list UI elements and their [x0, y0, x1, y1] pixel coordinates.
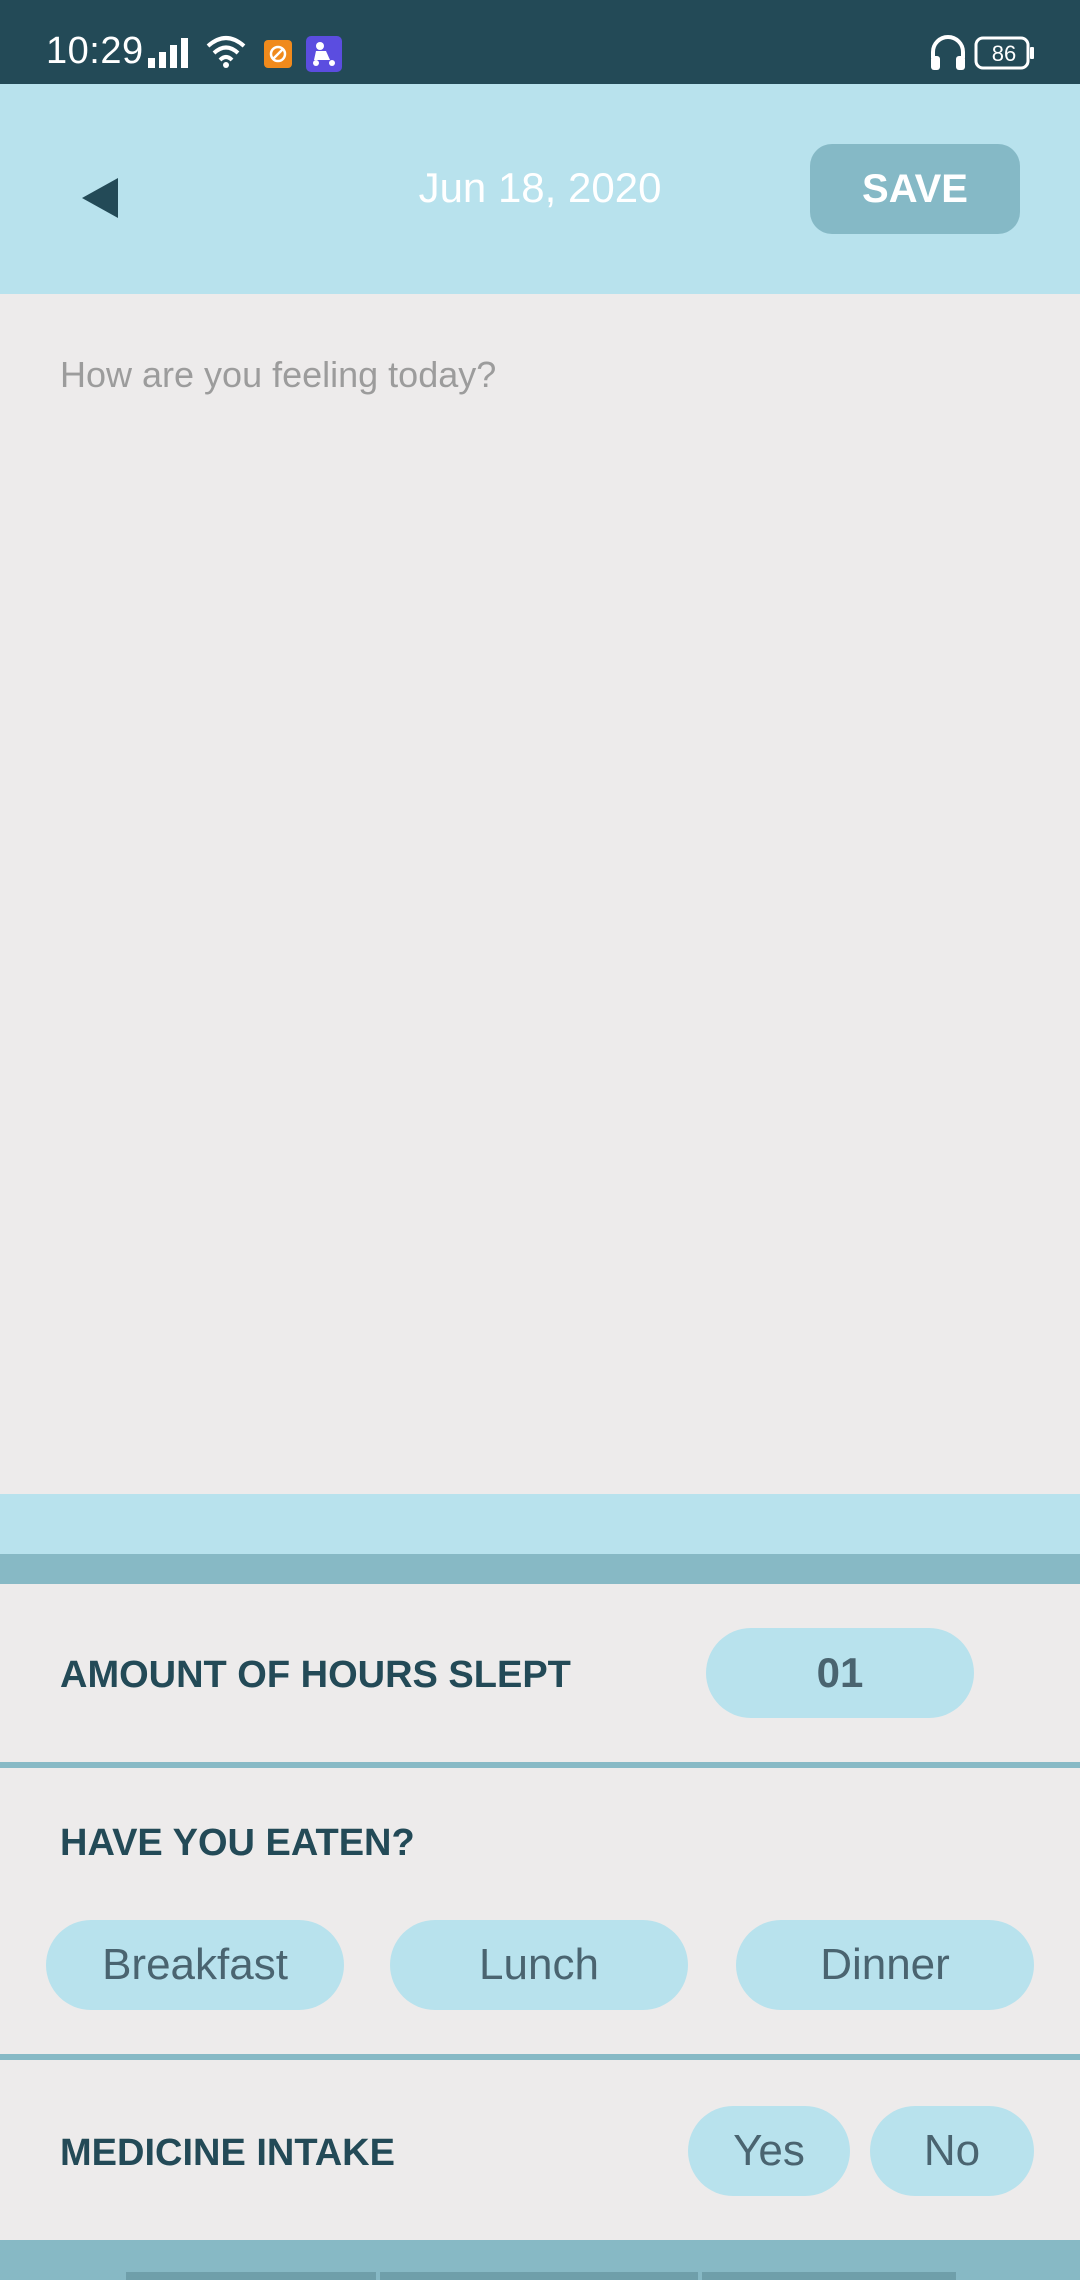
hours-slept-input[interactable]: 01	[706, 1628, 974, 1718]
divider	[0, 1762, 1080, 1768]
bottom-bar	[0, 2240, 1080, 2280]
bottom-tab[interactable]	[702, 2272, 956, 2280]
app-header: Jun 18, 2020 SAVE	[0, 84, 1080, 294]
dinner-button[interactable]: Dinner	[736, 1920, 1034, 2010]
back-arrow-icon	[78, 176, 122, 225]
hours-slept-label: AMOUNT OF HOURS SLEPT	[60, 1654, 571, 1696]
status-bar: 10:29 86	[0, 0, 1080, 84]
save-button[interactable]: SAVE	[810, 144, 1020, 234]
medicine-yes-button[interactable]: Yes	[688, 2106, 850, 2196]
divider	[0, 2054, 1080, 2060]
bottom-tab[interactable]	[126, 2272, 376, 2280]
have-you-eaten-label: HAVE YOU EATEN?	[60, 1822, 415, 1864]
battery-level: 86	[991, 41, 1017, 66]
headphones-icon	[928, 32, 968, 77]
back-button[interactable]	[60, 160, 140, 240]
wifi-icon	[206, 34, 246, 73]
feeling-input[interactable]	[60, 354, 1020, 1434]
breakfast-button[interactable]: Breakfast	[46, 1920, 344, 2010]
lunch-button[interactable]: Lunch	[390, 1920, 688, 2010]
section-divider	[0, 1554, 1080, 1584]
joyride-app-icon	[306, 36, 342, 77]
app-notification-icon	[264, 40, 292, 73]
status-time: 10:29	[46, 30, 144, 72]
bottom-tab[interactable]	[380, 2272, 698, 2280]
medicine-no-button[interactable]: No	[870, 2106, 1034, 2196]
journal-entry-area	[0, 294, 1080, 1494]
signal-icon	[148, 36, 192, 73]
entry-date: Jun 18, 2020	[418, 164, 662, 211]
medicine-intake-label: MEDICINE INTAKE	[60, 2132, 395, 2174]
section-band	[0, 1494, 1080, 1554]
